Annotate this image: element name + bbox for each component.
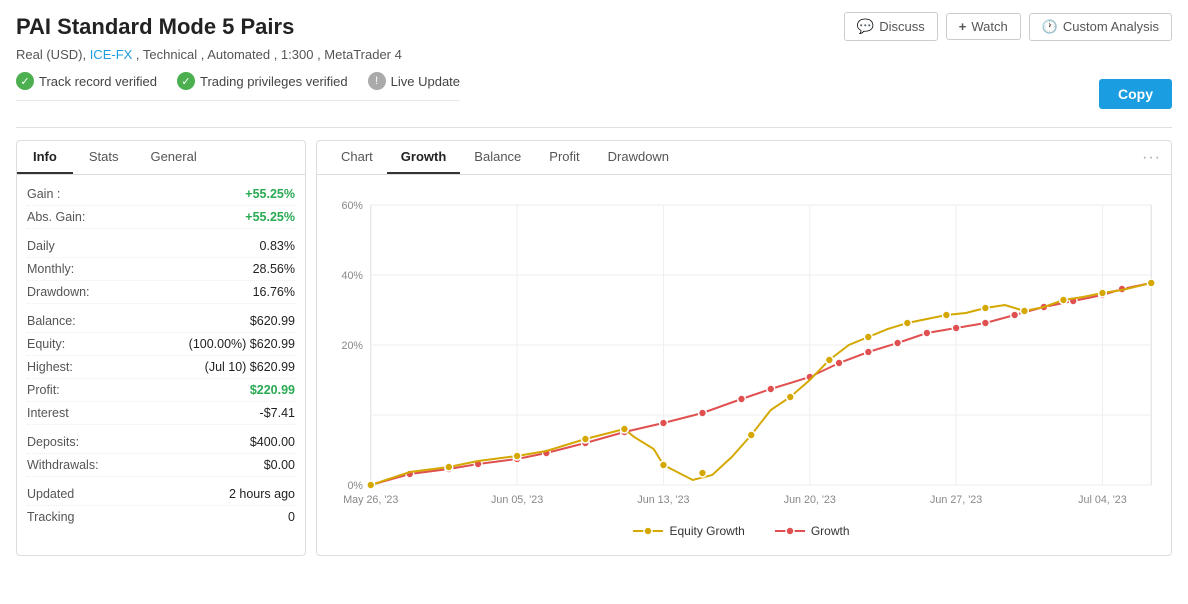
balance-value: $620.99	[250, 314, 295, 328]
chart-tab-balance[interactable]: Balance	[460, 141, 535, 174]
withdrawals-label: Withdrawals:	[27, 458, 99, 472]
main-content: Info Stats General Gain : +55.25% Abs. G…	[16, 140, 1172, 556]
svg-text:Jun 20, '23: Jun 20, '23	[784, 494, 836, 506]
profit-label: Profit:	[27, 383, 60, 397]
clock-icon: 🕐	[1042, 19, 1058, 35]
abs-gain-value: +55.25%	[245, 210, 295, 224]
svg-text:Jun 05, '23: Jun 05, '23	[491, 494, 543, 506]
chart-legend: Equity Growth Growth	[322, 518, 1161, 546]
balance-row: Balance: $620.99	[27, 310, 295, 333]
gain-value: +55.25%	[245, 187, 295, 201]
tab-stats[interactable]: Stats	[73, 141, 135, 174]
tracking-label: Tracking	[27, 510, 74, 524]
check-icon-2: ✓	[177, 72, 195, 90]
right-panel: Chart Growth Balance Profit Drawdown ···…	[316, 140, 1172, 556]
gain-row: Gain : +55.25%	[27, 183, 295, 206]
monthly-value: 28.56%	[253, 262, 295, 276]
chart-tabs-row: Chart Growth Balance Profit Drawdown ···	[317, 141, 1171, 175]
tracking-row: Tracking 0	[27, 506, 295, 528]
deposits-value: $400.00	[250, 435, 295, 449]
drawdown-value: 16.76%	[253, 285, 295, 299]
legend-growth: Growth	[775, 524, 850, 538]
daily-row: Daily 0.83%	[27, 235, 295, 258]
interest-value: -$7.41	[260, 406, 295, 420]
abs-gain-label: Abs. Gain:	[27, 210, 85, 224]
chart-tab-profit[interactable]: Profit	[535, 141, 593, 174]
header-actions: 💬 Discuss + Watch 🕐 Custom Analysis	[844, 12, 1172, 41]
chart-tabs: Chart Growth Balance Profit Drawdown	[327, 141, 683, 174]
svg-text:May 26, '23: May 26, '23	[343, 494, 398, 506]
legend-equity-growth: Equity Growth	[633, 524, 744, 538]
svg-text:40%: 40%	[341, 270, 363, 282]
broker-link[interactable]: ICE-FX	[90, 47, 133, 62]
monthly-label: Monthly:	[27, 262, 74, 276]
svg-text:0%: 0%	[347, 480, 363, 492]
plus-icon: +	[959, 19, 967, 34]
page-title: PAI Standard Mode 5 Pairs	[16, 14, 294, 40]
subtitle: Real (USD), ICE-FX , Technical , Automat…	[16, 47, 1172, 62]
monthly-row: Monthly: 28.56%	[27, 258, 295, 281]
growth-line-icon	[775, 525, 805, 537]
badges-row: ✓ Track record verified ✓ Trading privil…	[16, 72, 460, 101]
daily-value: 0.83%	[260, 239, 295, 253]
chart-more-button[interactable]: ···	[1142, 149, 1161, 167]
growth-chart: .axis-text { font-size: 11px; fill: #888…	[322, 185, 1161, 515]
chart-area: .axis-text { font-size: 11px; fill: #888…	[317, 175, 1171, 555]
check-icon-1: ✓	[16, 72, 34, 90]
chart-tab-growth[interactable]: Growth	[387, 141, 461, 174]
svg-text:60%: 60%	[341, 200, 363, 212]
withdrawals-row: Withdrawals: $0.00	[27, 454, 295, 477]
equity-growth-line-icon	[633, 525, 663, 537]
highest-row: Highest: (Jul 10) $620.99	[27, 356, 295, 379]
svg-text:Jun 27, '23: Jun 27, '23	[930, 494, 982, 506]
discuss-icon: 💬	[857, 18, 874, 35]
copy-button[interactable]: Copy	[1099, 79, 1172, 109]
highest-label: Highest:	[27, 360, 73, 374]
left-tabs: Info Stats General	[17, 141, 305, 175]
custom-analysis-button[interactable]: 🕐 Custom Analysis	[1029, 13, 1172, 41]
warn-icon: !	[368, 72, 386, 90]
balance-label: Balance:	[27, 314, 76, 328]
withdrawals-value: $0.00	[264, 458, 295, 472]
deposits-label: Deposits:	[27, 435, 79, 449]
track-record-badge: ✓ Track record verified	[16, 72, 157, 90]
profit-row: Profit: $220.99	[27, 379, 295, 402]
profit-value: $220.99	[250, 383, 295, 397]
info-table: Gain : +55.25% Abs. Gain: +55.25% Daily …	[17, 175, 305, 536]
watch-button[interactable]: + Watch	[946, 13, 1021, 40]
live-update-badge: ! Live Update	[368, 72, 460, 90]
equity-row: Equity: (100.00%) $620.99	[27, 333, 295, 356]
left-panel: Info Stats General Gain : +55.25% Abs. G…	[16, 140, 306, 556]
updated-row: Updated 2 hours ago	[27, 483, 295, 506]
interest-label: Interest	[27, 406, 69, 420]
drawdown-label: Drawdown:	[27, 285, 90, 299]
tab-general[interactable]: General	[134, 141, 212, 174]
tracking-value: 0	[288, 510, 295, 524]
svg-text:Jun 13, '23: Jun 13, '23	[637, 494, 689, 506]
tab-info[interactable]: Info	[17, 141, 73, 174]
updated-label: Updated	[27, 487, 74, 501]
updated-value: 2 hours ago	[229, 487, 295, 501]
discuss-button[interactable]: 💬 Discuss	[844, 12, 938, 41]
chart-tab-chart[interactable]: Chart	[327, 141, 387, 174]
equity-value: (100.00%) $620.99	[189, 337, 295, 351]
equity-label: Equity:	[27, 337, 65, 351]
daily-label: Daily	[27, 239, 55, 253]
deposits-row: Deposits: $400.00	[27, 431, 295, 454]
svg-text:Jul 04, '23: Jul 04, '23	[1078, 494, 1127, 506]
highest-value: (Jul 10) $620.99	[205, 360, 295, 374]
abs-gain-row: Abs. Gain: +55.25%	[27, 206, 295, 229]
svg-text:20%: 20%	[341, 340, 363, 352]
chart-tab-drawdown[interactable]: Drawdown	[594, 141, 683, 174]
drawdown-row: Drawdown: 16.76%	[27, 281, 295, 304]
trading-privileges-badge: ✓ Trading privileges verified	[177, 72, 348, 90]
interest-row: Interest -$7.41	[27, 402, 295, 425]
gain-label: Gain :	[27, 187, 60, 201]
